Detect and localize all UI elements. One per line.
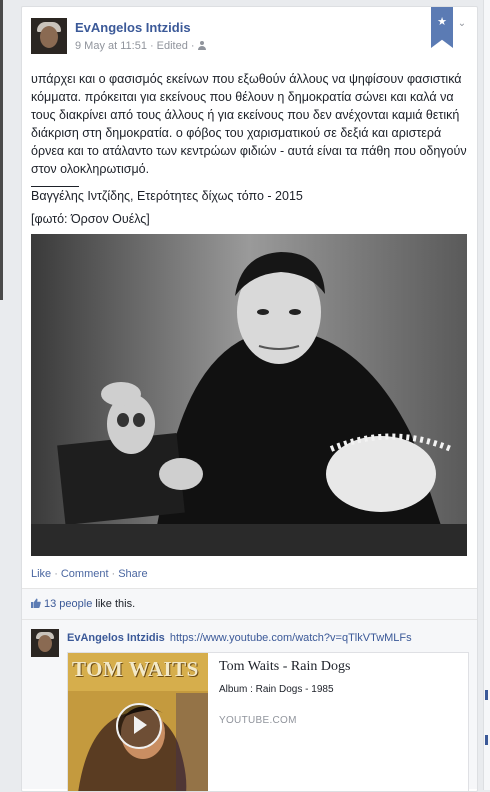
post-meta: 9 May at 11:51 · Edited ·: [75, 40, 210, 52]
preview-subtitle: Album : Rain Dogs - 1985: [219, 684, 334, 695]
star-icon: ★: [437, 16, 447, 28]
comment-link[interactable]: Comment: [61, 568, 109, 580]
author-avatar[interactable]: [31, 18, 67, 54]
video-thumbnail[interactable]: TOM WAITS: [68, 653, 208, 791]
post-card: EvAngelos Intzidis 9 May at 11:51 · Edited…: [21, 6, 478, 792]
right-scroll-strip: [483, 0, 490, 790]
chevron-down-icon[interactable]: ⌄: [456, 18, 468, 30]
starred-ribbon[interactable]: ★: [431, 7, 453, 48]
preview-domain: YOUTUBE.COM: [219, 715, 297, 726]
link-preview-card[interactable]: TOM WAITS Tom Waits - Rain Dogs Album : …: [67, 652, 469, 791]
like-link[interactable]: Like: [31, 568, 51, 580]
likes-summary: 13 people like this.: [31, 598, 135, 610]
comment-url-link[interactable]: https://www.youtube.com/watch?v=qTlkVTwM…: [170, 632, 412, 644]
album-title-text: TOM WAITS: [72, 657, 199, 681]
post-photo[interactable]: [31, 234, 467, 556]
play-icon[interactable]: [116, 703, 162, 749]
post-actions: Like · Comment · Share: [31, 568, 148, 580]
post-body: υπάρχει και ο φασισμός εκείνων που εξωθο…: [31, 70, 469, 178]
comment-line: EvAngelos Intzidis https://www.youtube.c…: [67, 632, 412, 644]
preview-title[interactable]: Tom Waits - Rain Dogs: [219, 659, 350, 675]
right-strip-marker: [485, 690, 488, 700]
commenter-avatar[interactable]: [31, 629, 59, 657]
photo-credit: [φωτό: Όρσον Ουέλς]: [31, 212, 150, 226]
left-edge-strip: [0, 0, 3, 300]
photo-image: [31, 234, 467, 556]
author-name[interactable]: EvAngelos Intzidis: [75, 20, 191, 35]
commenter-name[interactable]: EvAngelos Intzidis: [67, 632, 165, 644]
feedback-divider: [22, 619, 477, 620]
post-signature: Βαγγέλης Ιντζίδης, Ετερότητες δίχως τόπο…: [31, 189, 303, 203]
audience-icon[interactable]: [197, 41, 207, 50]
like-thumb-icon: [31, 598, 41, 608]
post-timestamp[interactable]: 9 May at 11:51: [75, 40, 147, 52]
share-link[interactable]: Share: [118, 568, 147, 580]
feedback-section: 13 people like this. EvAngelos Intzidis …: [22, 588, 477, 791]
right-strip-marker: [485, 735, 488, 745]
likes-suffix: like this.: [95, 598, 136, 610]
edited-label[interactable]: Edited: [157, 40, 188, 52]
post-body-text: υπάρχει και ο φασισμός εκείνων που εξωθο…: [31, 72, 467, 176]
signature-separator: [31, 186, 79, 187]
likes-count-link[interactable]: 13 people: [44, 598, 92, 610]
